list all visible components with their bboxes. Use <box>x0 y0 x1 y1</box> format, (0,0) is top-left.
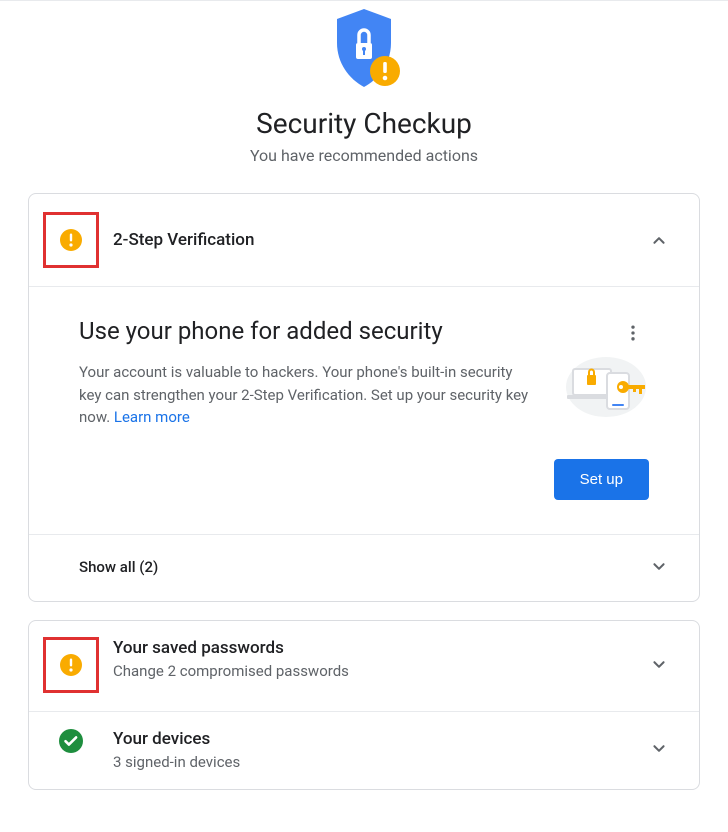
panel-2sv-body: Use your phone for added security Your a… <box>29 287 699 534</box>
show-all-label: Show all (2) <box>79 558 647 576</box>
chevron-down-icon <box>647 653 671 677</box>
set-up-button[interactable]: Set up <box>554 459 649 500</box>
section-title-devices: Your devices <box>113 728 647 750</box>
warning-icon <box>59 228 83 252</box>
warning-badge-highlight <box>43 212 99 268</box>
section-title-2sv: 2-Step Verification <box>113 229 647 251</box>
devices-key-illustration-icon <box>563 355 649 419</box>
section-header-2sv[interactable]: 2-Step Verification <box>29 194 699 286</box>
show-all-row[interactable]: Show all (2) <box>29 535 699 601</box>
more-options-button[interactable] <box>617 317 649 349</box>
page-subtitle: You have recommended actions <box>250 146 478 165</box>
chevron-down-icon <box>647 737 671 761</box>
warning-badge-highlight <box>43 637 99 693</box>
hero-section: Security Checkup You have recommended ac… <box>0 1 728 193</box>
learn-more-link[interactable]: Learn more <box>114 408 190 426</box>
section-saved-passwords-and-devices: Your saved passwords Change 2 compromise… <box>28 620 700 790</box>
checkmark-circle-icon <box>58 728 84 754</box>
section-subtitle-passwords: Change 2 compromised passwords <box>113 662 647 680</box>
panel-heading: Use your phone for added security <box>79 317 529 345</box>
section-header-passwords[interactable]: Your saved passwords Change 2 compromise… <box>29 621 699 711</box>
section-2-step-verification: 2-Step Verification Use your phone for a… <box>28 193 700 602</box>
chevron-down-icon <box>647 555 671 579</box>
section-title-passwords: Your saved passwords <box>113 637 647 659</box>
page-title: Security Checkup <box>256 107 472 140</box>
panel-description: Your account is valuable to hackers. You… <box>79 361 529 429</box>
warning-icon <box>59 653 83 677</box>
chevron-up-icon <box>647 228 671 252</box>
check-badge-wrap <box>43 728 99 754</box>
section-subtitle-devices: 3 signed-in devices <box>113 753 647 771</box>
section-header-devices[interactable]: Your devices 3 signed-in devices <box>29 712 699 789</box>
shield-lock-warning-icon <box>319 5 409 95</box>
kebab-menu-icon <box>623 323 643 343</box>
